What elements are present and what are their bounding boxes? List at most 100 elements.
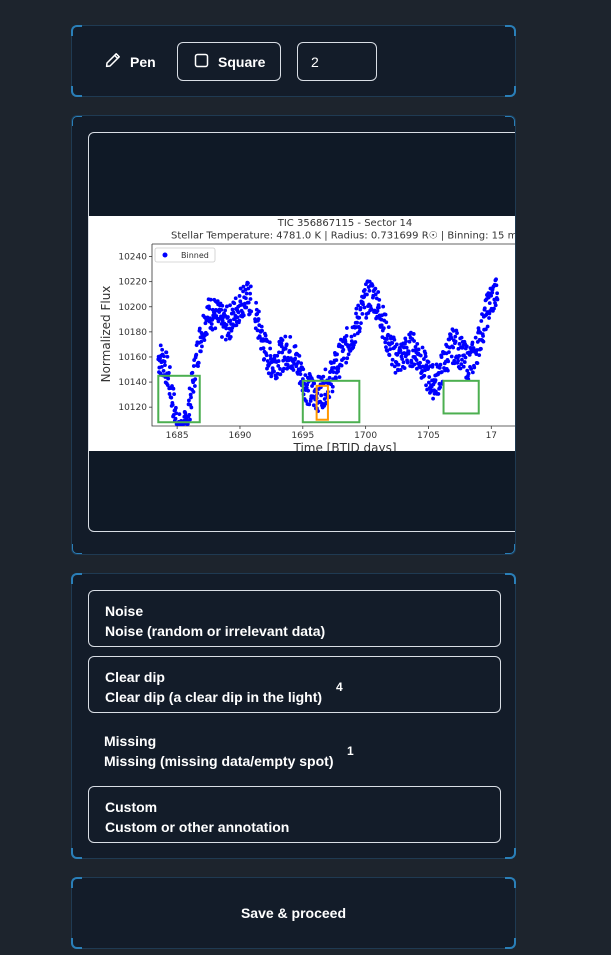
data-point — [280, 338, 285, 342]
data-point — [220, 335, 224, 339]
data-point — [457, 342, 462, 346]
data-point — [495, 291, 500, 296]
data-point — [459, 335, 464, 340]
data-point — [248, 284, 253, 289]
square-tool-button[interactable]: Square — [177, 42, 281, 81]
data-point — [288, 334, 293, 339]
data-point — [392, 337, 397, 342]
data-point — [415, 341, 420, 346]
data-point — [462, 360, 467, 364]
label-option-noise[interactable]: Noise Noise (random or irrelevant data) — [88, 590, 501, 647]
data-point — [354, 311, 358, 316]
data-point — [291, 368, 296, 372]
y-tick-label: 10140 — [118, 378, 147, 388]
data-point — [172, 392, 177, 397]
data-point — [257, 309, 261, 314]
data-point — [412, 362, 417, 367]
data-point — [477, 353, 482, 358]
data-point — [275, 353, 280, 358]
data-point — [235, 315, 240, 320]
data-point — [187, 412, 192, 417]
data-point — [228, 318, 233, 323]
data-point — [219, 307, 224, 312]
data-point — [189, 395, 193, 400]
data-point — [345, 356, 350, 361]
data-point — [485, 324, 490, 329]
data-point — [362, 288, 367, 292]
data-point — [386, 325, 391, 330]
data-point — [439, 355, 444, 360]
save-button-label: Save & proceed — [240, 905, 347, 921]
data-point — [473, 335, 478, 340]
data-point — [278, 372, 283, 377]
data-point — [198, 349, 203, 354]
data-point — [341, 347, 346, 352]
data-point — [461, 364, 466, 369]
data-point — [362, 305, 367, 310]
data-point — [202, 338, 207, 343]
data-point — [373, 286, 378, 291]
data-point — [358, 326, 362, 331]
data-point — [244, 305, 249, 310]
data-point — [283, 334, 288, 339]
data-point — [287, 349, 292, 354]
data-point — [431, 396, 435, 401]
data-point — [455, 331, 459, 335]
data-point — [394, 342, 399, 347]
data-point — [241, 313, 246, 318]
data-point — [457, 353, 462, 358]
data-point — [167, 365, 172, 369]
data-point — [321, 374, 326, 379]
data-point — [470, 340, 475, 345]
legend-label: Binned — [181, 251, 209, 260]
brush-size-input[interactable] — [297, 42, 377, 81]
data-point — [164, 350, 169, 355]
data-point — [191, 390, 196, 394]
label-description: Custom or other annotation — [105, 819, 290, 835]
light-curve-plot[interactable]: TIC 356867115 - Sector 14 Stellar Temper… — [89, 216, 516, 455]
data-point — [197, 326, 202, 331]
label-option-clear-dip[interactable]: Clear dip Clear dip (a clear dip in the … — [88, 656, 501, 713]
data-point — [312, 381, 317, 386]
x-tick-label: 1685 — [166, 431, 189, 441]
pen-tool-button[interactable]: Pen — [105, 42, 185, 81]
data-point — [426, 360, 431, 364]
data-point — [481, 334, 485, 338]
annotation-canvas[interactable]: TIC 356867115 - Sector 14 Stellar Temper… — [88, 132, 516, 532]
data-point — [192, 384, 197, 388]
label-count-badge: 4 — [336, 680, 343, 694]
data-point — [297, 353, 302, 358]
x-axis-label: Time [BTID days] — [292, 441, 396, 451]
data-point — [405, 360, 410, 365]
data-point — [479, 346, 483, 351]
data-point — [438, 385, 443, 390]
data-point — [264, 353, 269, 358]
data-point — [390, 357, 395, 362]
square-icon — [194, 53, 209, 71]
data-point — [446, 359, 451, 364]
data-point — [479, 319, 484, 323]
label-option-missing[interactable]: Missing Missing (missing data/empty spot… — [88, 721, 501, 778]
data-point — [492, 306, 496, 311]
label-option-custom[interactable]: Custom Custom or other annotation — [88, 786, 501, 843]
data-point — [188, 417, 192, 422]
data-point — [171, 386, 176, 391]
data-point — [464, 344, 469, 349]
data-point — [400, 357, 405, 361]
data-point — [173, 416, 178, 421]
data-point — [463, 355, 468, 360]
light-curve-chart[interactable]: TIC 356867115 - Sector 14 Stellar Temper… — [89, 216, 516, 455]
data-point — [375, 309, 380, 313]
clear-dip-annotation-box[interactable] — [442, 379, 480, 415]
data-point — [412, 339, 416, 343]
data-point — [167, 392, 172, 396]
chart-title: TIC 356867115 - Sector 14 — [277, 218, 413, 229]
data-point — [487, 301, 492, 306]
data-point — [330, 389, 335, 394]
data-point — [163, 363, 167, 368]
save-and-proceed-button[interactable]: Save & proceed — [72, 878, 515, 948]
data-point — [437, 365, 442, 370]
data-point — [393, 370, 398, 375]
data-point — [331, 370, 336, 375]
data-point — [493, 303, 498, 308]
